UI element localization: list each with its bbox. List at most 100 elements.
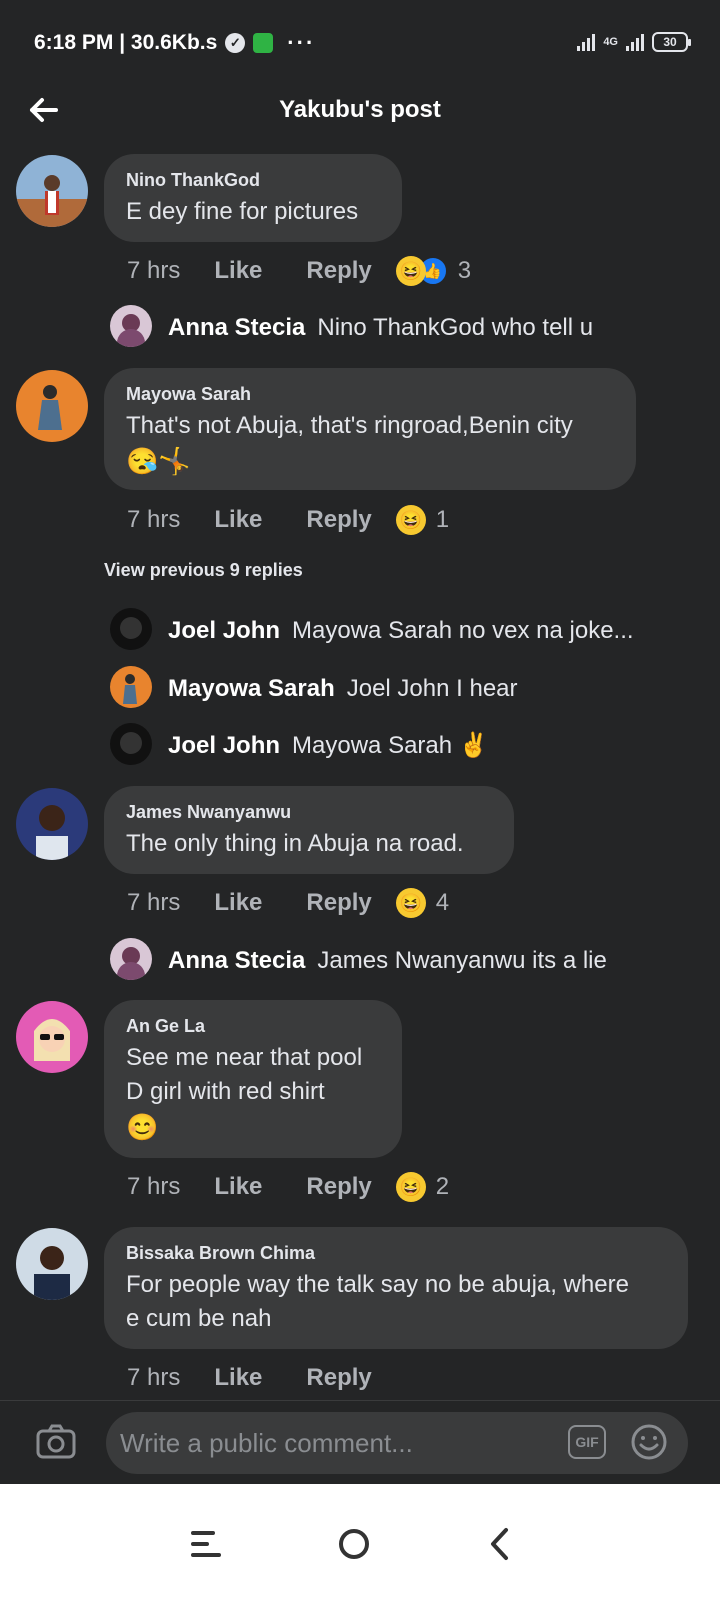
comment-bubble[interactable]: An Ge La See me near that pool D girl wi… — [104, 1000, 402, 1158]
reply-button[interactable]: Reply — [306, 1173, 371, 1201]
avatar[interactable] — [16, 1228, 88, 1300]
reply-text: Nino ThankGod who tell u — [317, 314, 594, 341]
comment-composer: GIF — [0, 1400, 720, 1484]
avatar-image — [16, 155, 88, 227]
smiley-icon — [631, 1424, 667, 1460]
signal-icon-2 — [626, 33, 644, 51]
comment-actions: 7 hrs Like Reply — [127, 1358, 372, 1398]
like-button[interactable]: Like — [214, 1364, 262, 1392]
comment-author[interactable]: Mayowa Sarah — [126, 384, 614, 405]
comment-author[interactable]: An Ge La — [126, 1016, 380, 1037]
home-button[interactable] — [324, 1514, 384, 1574]
comment-time[interactable]: 7 hrs — [127, 257, 180, 285]
avatar-image — [110, 305, 152, 347]
comment-author[interactable]: James Nwanyanwu — [126, 802, 492, 823]
reply-item[interactable]: Joel John Mayowa Sarah ✌️ — [168, 729, 489, 763]
header: Yakubu's post — [0, 80, 720, 140]
avatar[interactable] — [110, 723, 152, 765]
recent-apps-button[interactable] — [176, 1514, 236, 1574]
system-nav-bar — [0, 1484, 720, 1600]
comment-bubble[interactable]: Bissaka Brown Chima For people way the t… — [104, 1227, 688, 1349]
like-button[interactable]: Like — [214, 1173, 262, 1201]
comment-text: The only thing in Abuja na road. — [126, 830, 464, 857]
comment-time[interactable]: 7 hrs — [127, 889, 180, 917]
haha-reaction-icon: 😆 — [395, 888, 426, 918]
comment-bubble[interactable]: Nino ThankGod E dey fine for pictures — [104, 154, 402, 242]
reaction-count: 2 — [435, 1173, 450, 1200]
reaction-count: 4 — [435, 889, 450, 916]
battery-level: 30 — [663, 35, 677, 49]
comment-actions: 7 hrs Like Reply 😆 1 — [127, 500, 449, 540]
reply-button[interactable]: Reply — [306, 889, 371, 917]
avatar[interactable] — [110, 305, 152, 347]
reply-author[interactable]: Joel John — [168, 617, 280, 644]
avatar-image — [110, 608, 152, 650]
avatar[interactable] — [110, 608, 152, 650]
like-button[interactable]: Like — [214, 506, 262, 534]
haha-reaction-icon: 😆 — [395, 256, 426, 286]
comment-bubble[interactable]: James Nwanyanwu The only thing in Abuja … — [104, 786, 514, 874]
comment-time[interactable]: 7 hrs — [127, 506, 180, 534]
emoji-button[interactable] — [630, 1423, 668, 1461]
status-bar: 6:18 PM | 30.6Kb.s ✓ ··· 4G 30 — [0, 0, 720, 80]
comment-text-line-1: See me near that pool — [126, 1044, 363, 1071]
camera-icon — [36, 1424, 76, 1459]
comment-author[interactable]: Bissaka Brown Chima — [126, 1243, 666, 1264]
comment-emojis: 😊 — [126, 1112, 159, 1142]
comment-text: E dey fine for pictures — [126, 198, 359, 225]
comment-author[interactable]: Nino ThankGod — [126, 170, 380, 191]
reply-author[interactable]: Mayowa Sarah — [168, 675, 335, 702]
avatar-image — [16, 1001, 88, 1073]
reply-author[interactable]: Anna Stecia — [168, 947, 305, 974]
reactions-summary[interactable]: 😆 4 — [395, 888, 450, 918]
reply-text: Mayowa Sarah ✌️ — [292, 732, 489, 759]
camera-button[interactable] — [36, 1423, 76, 1463]
haha-reaction-icon: 😆 — [395, 1172, 426, 1202]
comment-time[interactable]: 7 hrs — [127, 1364, 180, 1392]
more-notifications-icon: ··· — [287, 30, 316, 55]
avatar[interactable] — [110, 938, 152, 980]
reaction-count: 3 — [457, 257, 472, 284]
avatar[interactable] — [110, 666, 152, 708]
reply-text: Joel John I hear — [346, 675, 518, 702]
system-back-button[interactable] — [470, 1514, 530, 1574]
reply-text: Mayowa Sarah no vex na joke... — [292, 617, 634, 644]
reply-button[interactable]: Reply — [306, 1364, 371, 1392]
avatar-image — [16, 1228, 88, 1300]
home-icon — [339, 1529, 369, 1559]
avatar[interactable] — [16, 155, 88, 227]
reply-button[interactable]: Reply — [306, 506, 371, 534]
comment-text-line-2: e cum be nah — [126, 1305, 272, 1332]
avatar[interactable] — [16, 1001, 88, 1073]
view-previous-replies-link[interactable]: View previous 9 replies — [104, 560, 303, 581]
network-type: 4G — [603, 36, 618, 48]
like-button[interactable]: Like — [214, 889, 262, 917]
comment-bubble[interactable]: Mayowa Sarah That's not Abuja, that's ri… — [104, 368, 636, 490]
avatar[interactable] — [16, 370, 88, 442]
reply-item[interactable]: Mayowa Sarah Joel John I hear — [168, 672, 518, 706]
reactions-summary[interactable]: 😆 1 — [395, 505, 449, 535]
comment-actions: 7 hrs Like Reply 😆 👍 3 — [127, 251, 471, 291]
avatar-image — [16, 788, 88, 860]
gif-icon[interactable]: GIF — [568, 1425, 606, 1459]
comment-time[interactable]: 7 hrs — [127, 1173, 180, 1201]
reply-author[interactable]: Joel John — [168, 732, 280, 759]
signal-icon — [577, 33, 596, 51]
haha-reaction-icon: 😆 — [395, 505, 426, 535]
reply-author[interactable]: Anna Stecia — [168, 314, 305, 341]
reactions-summary[interactable]: 😆 2 — [395, 1172, 450, 1202]
status-time-speed: 6:18 PM | 30.6Kb.s — [34, 31, 218, 54]
like-button[interactable]: Like — [214, 257, 262, 285]
avatar-image — [16, 370, 88, 442]
avatar-image — [110, 938, 152, 980]
reply-button[interactable]: Reply — [306, 257, 371, 285]
reply-item[interactable]: Joel John Mayowa Sarah no vex na joke... — [168, 614, 634, 648]
avatar[interactable] — [16, 788, 88, 860]
verified-check-icon: ✓ — [225, 33, 246, 53]
reactions-summary[interactable]: 😆 👍 3 — [395, 256, 472, 286]
reply-item[interactable]: Anna Stecia James Nwanyanwu its a lie — [168, 944, 607, 978]
battery-icon: 30 — [652, 32, 691, 52]
reply-item[interactable]: Anna Stecia Nino ThankGod who tell u — [168, 311, 593, 345]
status-right: 4G 30 — [577, 32, 691, 52]
comment-text-line-1: For people way the talk say no be abuja,… — [126, 1271, 629, 1298]
